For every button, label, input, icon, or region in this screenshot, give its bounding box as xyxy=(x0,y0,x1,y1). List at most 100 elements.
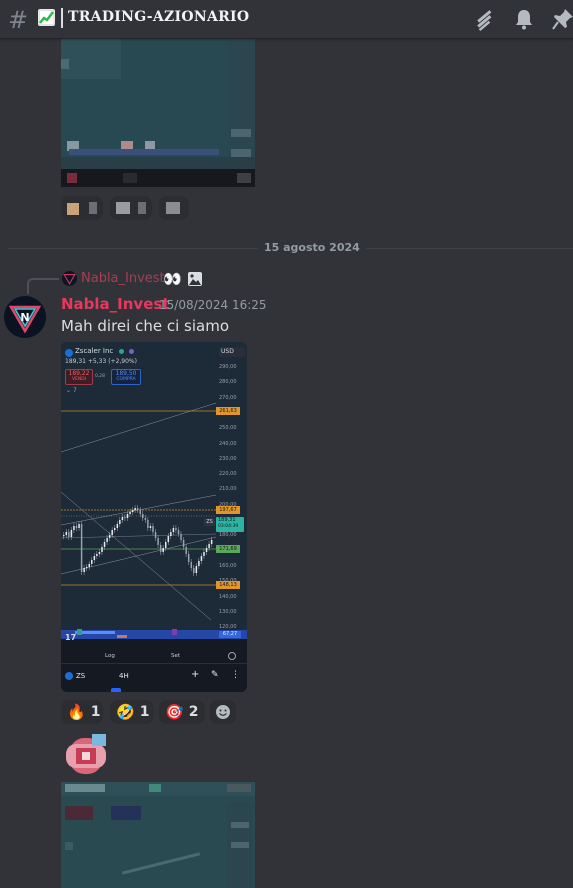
candle-body xyxy=(98,552,101,554)
tab-indicator xyxy=(111,688,121,692)
price-chart[interactable] xyxy=(61,342,247,639)
candle-body xyxy=(65,532,68,535)
previous-image-attachment[interactable] xyxy=(61,39,255,187)
bottom-symbol[interactable]: ZS xyxy=(76,672,85,680)
add-reaction-button[interactable] xyxy=(210,700,236,724)
candle-body xyxy=(103,542,106,547)
trendline-5 xyxy=(61,533,217,539)
candle-body xyxy=(101,547,103,552)
candle-body xyxy=(190,562,192,568)
candle-body xyxy=(157,538,159,545)
candle-body xyxy=(116,524,119,528)
message-timestamp: 15/08/2024 16:25 xyxy=(159,298,267,312)
settings-icon[interactable] xyxy=(228,652,236,660)
channel-name: TRADING-AZIONARIO xyxy=(68,9,250,25)
candle-body xyxy=(131,510,134,512)
candle-body xyxy=(187,554,190,562)
chart-screenshot-attachment[interactable]: Zscaler Inc 189,31 +5,33 (+2,90%) USD 18… xyxy=(61,342,247,692)
candle-body xyxy=(83,568,85,572)
marker-purple xyxy=(172,629,177,635)
candle-body xyxy=(210,540,213,544)
candle-body xyxy=(195,566,198,573)
reply-username[interactable]: Nabla_Invest xyxy=(81,271,165,286)
candle-body xyxy=(203,552,205,556)
candle-body xyxy=(106,538,108,542)
candle-body xyxy=(139,510,141,514)
candle-body xyxy=(172,528,175,532)
message-text: Mah direi che ci siamo xyxy=(61,317,229,335)
reply-spine xyxy=(27,278,59,294)
marker-red xyxy=(117,635,127,638)
candle-body xyxy=(193,568,195,573)
lower-level-tag: 148,13 xyxy=(216,581,240,589)
candle-body xyxy=(119,520,121,524)
support-level-tag: 171,69 xyxy=(216,545,240,553)
blurred-sticker[interactable] xyxy=(62,732,110,780)
candle-body xyxy=(152,526,154,532)
target-count: 2 xyxy=(188,704,199,720)
candle-body xyxy=(68,532,70,537)
reply-avatar[interactable] xyxy=(62,271,77,286)
candle-body xyxy=(182,540,185,547)
log-toggle[interactable]: Log xyxy=(105,653,115,659)
next-image-attachment[interactable] xyxy=(61,782,255,888)
channel-separator xyxy=(61,8,63,28)
chart-footer xyxy=(61,650,247,662)
pin-icon[interactable] xyxy=(551,7,573,31)
candle-body xyxy=(165,542,167,548)
candle-body xyxy=(185,547,187,554)
candle-body xyxy=(78,524,80,528)
fire-count: 1 xyxy=(90,704,101,720)
candle-body xyxy=(85,567,88,569)
date-divider-label: 15 agosto 2024 xyxy=(258,241,366,254)
candle-body xyxy=(162,548,164,552)
message-username[interactable]: Nabla_Invest xyxy=(61,295,170,313)
candle-body xyxy=(124,517,126,519)
marker-green xyxy=(77,629,82,635)
candle-body xyxy=(200,556,203,561)
previous-reaction-2[interactable] xyxy=(110,196,152,220)
candle-body xyxy=(121,517,124,520)
upper-level-tag: 261,63 xyxy=(216,407,240,415)
svg-text:N: N xyxy=(20,311,29,324)
rofl-reaction[interactable]: 🤣 1 xyxy=(110,700,154,724)
candle-body xyxy=(88,564,90,567)
candle-body xyxy=(205,548,208,552)
pencil-icon[interactable]: ✎ xyxy=(211,670,219,680)
bell-icon[interactable] xyxy=(512,7,536,31)
current-price-tag: 189,31 03:04:39 xyxy=(216,517,244,532)
threads-icon[interactable] xyxy=(472,7,496,31)
more-icon[interactable]: ⋮ xyxy=(231,670,240,680)
candle-body xyxy=(91,560,93,564)
fire-emoji-icon: 🔥 xyxy=(67,703,86,721)
add-icon[interactable]: + xyxy=(191,669,199,680)
candle-body xyxy=(170,532,172,536)
add-reaction-icon xyxy=(216,705,230,719)
previous-reaction-1[interactable] xyxy=(61,196,103,220)
candle-body xyxy=(208,544,210,548)
trendline-1 xyxy=(61,402,217,453)
candle-body xyxy=(198,561,200,566)
candle-body xyxy=(154,532,157,538)
fire-reaction[interactable]: 🔥 1 xyxy=(61,700,103,724)
candle-body xyxy=(167,536,170,542)
user-avatar[interactable]: N xyxy=(4,296,46,338)
candle-body xyxy=(177,530,180,534)
candle-body xyxy=(126,514,129,518)
candle-body xyxy=(159,545,162,552)
candle-body xyxy=(149,526,152,528)
timeframe-selector[interactable]: 4H xyxy=(119,672,129,680)
candle-body xyxy=(136,508,139,510)
bottom-ticker-logo xyxy=(65,672,73,680)
current-price-value: 189,31 xyxy=(218,517,236,523)
target-reaction[interactable]: 🎯 2 xyxy=(159,700,205,724)
rofl-emoji-icon: 🤣 xyxy=(116,703,135,721)
candle-body xyxy=(80,524,83,572)
auto-toggle[interactable]: Set xyxy=(171,653,180,659)
candle-body xyxy=(180,534,182,540)
previous-reaction-3[interactable] xyxy=(159,196,189,220)
oscillator-left-value: 17 xyxy=(65,633,77,642)
footer-divider xyxy=(61,663,247,664)
candle-body xyxy=(70,530,73,537)
candle-body xyxy=(111,530,113,535)
